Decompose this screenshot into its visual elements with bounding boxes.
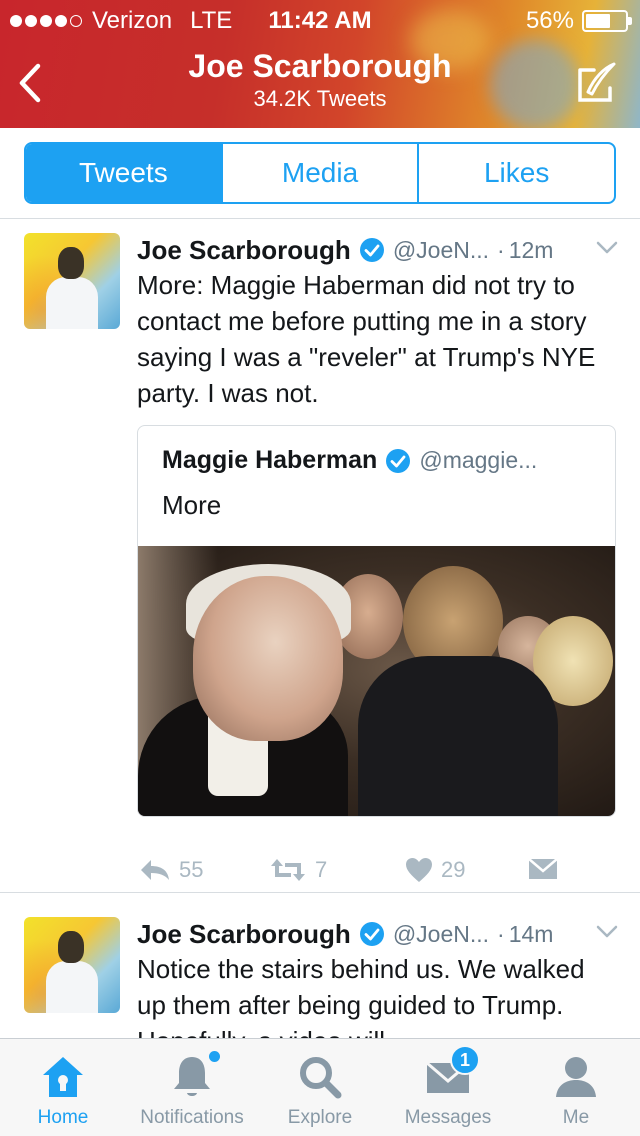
notification-dot (209, 1051, 220, 1062)
tab-explore[interactable]: Explore (280, 1039, 360, 1136)
tab-media[interactable]: Media (223, 144, 420, 202)
direct-message-button[interactable] (527, 857, 559, 881)
tab-label: Messages (404, 1107, 492, 1128)
retweet-button[interactable]: 7 (269, 857, 327, 883)
chevron-down-icon[interactable] (596, 925, 618, 939)
tweet-author-name[interactable]: Joe Scarborough (137, 235, 351, 266)
tab-messages[interactable]: 1 Messages (396, 1039, 500, 1136)
tweet-timestamp: 14m (508, 920, 554, 947)
retweet-icon (271, 859, 305, 881)
bottom-tab-bar: Home Notifications Explore 1 Messages Me (0, 1038, 640, 1136)
quoted-photo[interactable] (138, 546, 615, 816)
verified-badge-icon (359, 922, 384, 946)
profile-tabs: Tweets Media Likes (24, 142, 616, 204)
person-icon (556, 1057, 596, 1097)
tab-me[interactable]: Me (550, 1039, 602, 1136)
chevron-down-icon[interactable] (596, 241, 618, 255)
reply-count: 55 (179, 857, 204, 882)
reply-button[interactable]: 55 (139, 857, 203, 883)
tab-label: Me (562, 1107, 590, 1128)
tab-label: Notifications (140, 1107, 244, 1128)
compose-tweet-icon[interactable] (574, 60, 620, 106)
verified-badge-icon (386, 448, 411, 473)
quoted-tweet[interactable]: Maggie Haberman @maggie... More (137, 425, 616, 817)
heart-icon (406, 858, 432, 882)
avatar[interactable] (24, 233, 120, 329)
bell-icon (174, 1057, 210, 1096)
quoted-author-handle: @maggie... (419, 447, 538, 473)
page-title: Joe Scarborough (188, 48, 452, 84)
tab-notifications[interactable]: Notifications (128, 1039, 256, 1136)
like-button[interactable]: 29 (405, 857, 465, 883)
quoted-author-name: Maggie Haberman (162, 446, 378, 474)
battery-icon (582, 10, 632, 32)
tweet-author-handle[interactable]: @JoeN... (393, 237, 489, 264)
avatar[interactable] (24, 917, 120, 1013)
messages-badge: 1 (450, 1045, 480, 1075)
tweet-author-name[interactable]: Joe Scarborough (137, 919, 351, 950)
reply-icon (141, 860, 169, 880)
like-count: 29 (441, 857, 466, 882)
tweet-text: More: Maggie Haberman did not try to con… (137, 270, 596, 408)
status-bar: Verizon LTE 11:42 AM 56% (0, 0, 640, 40)
battery-percent: 56% (525, 7, 574, 34)
profile-header: Verizon LTE 11:42 AM 56% Joe Scarborough… (0, 0, 640, 128)
tab-label: Explore (287, 1107, 353, 1128)
tweet-actions: 55 7 29 (137, 857, 617, 887)
verified-badge-icon (359, 238, 384, 262)
envelope-icon (528, 858, 558, 879)
quoted-text: More (162, 490, 222, 520)
tab-likes[interactable]: Likes (419, 144, 614, 202)
tab-tweets[interactable]: Tweets (26, 144, 223, 202)
tab-label: Home (37, 1107, 89, 1128)
divider (0, 218, 640, 219)
tweet-count: 34.2K Tweets (253, 86, 387, 111)
retweet-count: 7 (315, 857, 328, 882)
tweet-author-handle[interactable]: @JoeN... (393, 921, 489, 948)
tab-home[interactable]: Home (30, 1039, 96, 1136)
search-icon (300, 1057, 342, 1099)
tweet-timestamp: 12m (508, 236, 554, 263)
home-icon (43, 1057, 83, 1097)
divider (0, 892, 640, 893)
